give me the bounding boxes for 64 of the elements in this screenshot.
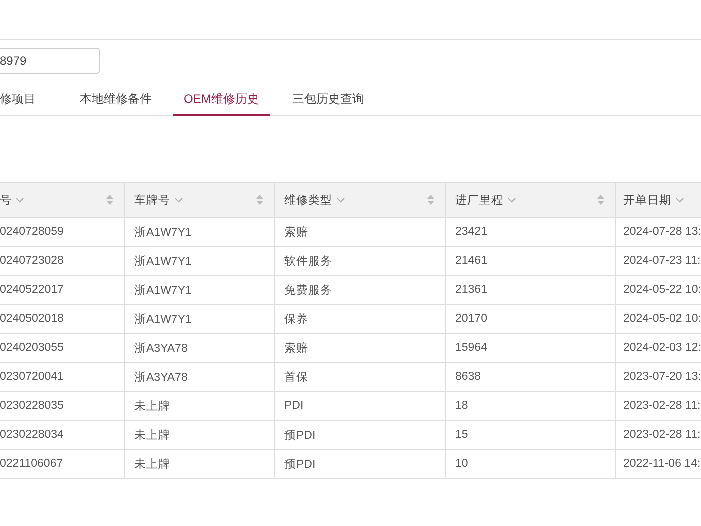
table-cell: 2024-05-02 10: bbox=[615, 304, 701, 334]
search-field[interactable]: 8979 bbox=[0, 48, 100, 74]
tab[interactable]: 本地维修备件 bbox=[69, 85, 163, 116]
table-cell: 21461 bbox=[445, 246, 615, 276]
table-cell: 8638 bbox=[445, 362, 615, 392]
table-cell: 23421 bbox=[445, 218, 615, 246]
chevron-down-icon[interactable] bbox=[16, 198, 24, 202]
table-cell: 0240502018 bbox=[0, 304, 124, 334]
table-cell: 0240203055 bbox=[0, 334, 124, 362]
column-header: 进厂里程 bbox=[456, 194, 504, 208]
table-cell: 未上牌 bbox=[124, 392, 274, 420]
chevron-down-icon[interactable] bbox=[174, 198, 182, 202]
table-cell: 15964 bbox=[445, 334, 615, 362]
table-cell: 21361 bbox=[445, 276, 615, 304]
table-cell: 未上牌 bbox=[124, 420, 274, 450]
table-cell: 2023-02-28 11: bbox=[615, 392, 701, 420]
table-cell: 软件服务 bbox=[274, 246, 445, 276]
chevron-down-icon[interactable] bbox=[676, 198, 684, 202]
tab[interactable]: OEM维修历史 bbox=[173, 85, 270, 116]
table-cell: 2024-07-28 13: bbox=[615, 218, 701, 246]
column-header: 号 bbox=[0, 194, 12, 208]
table-cell: 浙A3YA78 bbox=[124, 362, 274, 392]
column-header: 车牌号 bbox=[134, 194, 170, 208]
table-cell: 索赔 bbox=[274, 334, 445, 362]
table-cell: 保养 bbox=[274, 304, 445, 334]
sort-icon[interactable] bbox=[106, 195, 114, 205]
table-cell: 2024-02-03 12: bbox=[615, 334, 701, 362]
table-cell: 预PDI bbox=[274, 450, 445, 478]
tab[interactable]: 修项目 bbox=[0, 85, 47, 116]
column-header: 维修类型 bbox=[284, 194, 332, 208]
table-cell: PDI bbox=[274, 392, 445, 420]
table-cell: 2022-11-06 14: bbox=[615, 450, 701, 478]
table-cell: 0240522017 bbox=[0, 276, 124, 304]
table-cell: 0230228034 bbox=[0, 420, 124, 450]
sort-icon[interactable] bbox=[596, 195, 604, 205]
table-cell: 浙A3YA78 bbox=[124, 334, 274, 362]
column-header: 开单日期 bbox=[624, 194, 672, 208]
table-cell: 未上牌 bbox=[124, 450, 274, 478]
sort-icon[interactable] bbox=[426, 195, 434, 205]
table-cell: 20170 bbox=[445, 304, 615, 334]
table-cell: 0230228035 bbox=[0, 392, 124, 420]
table-cell: 浙A1W7Y1 bbox=[124, 218, 274, 246]
table-cell: 0221106067 bbox=[0, 450, 124, 478]
table-cell: 免费服务 bbox=[274, 276, 445, 304]
table-cell: 15 bbox=[445, 420, 615, 450]
chevron-down-icon[interactable] bbox=[508, 198, 516, 202]
table-cell: 索赔 bbox=[274, 218, 445, 246]
table-cell: 0240723028 bbox=[0, 246, 124, 276]
tab[interactable]: 三包历史查询 bbox=[281, 85, 376, 116]
table-cell: 浙A1W7Y1 bbox=[124, 246, 274, 276]
sort-icon[interactable] bbox=[256, 195, 264, 205]
table-cell: 2024-07-23 11: bbox=[615, 246, 701, 276]
table-cell: 2024-05-22 10: bbox=[615, 276, 701, 304]
table-cell: 首保 bbox=[274, 362, 445, 392]
table-cell: 浙A1W7Y1 bbox=[124, 304, 274, 334]
table-cell: 10 bbox=[445, 450, 615, 478]
table-cell: 浙A1W7Y1 bbox=[124, 276, 274, 304]
table-cell: 2023-02-28 11: bbox=[615, 420, 701, 450]
table-cell: 2023-07-20 13: bbox=[615, 362, 701, 392]
table-cell: 18 bbox=[445, 392, 615, 420]
table-cell: 0240728059 bbox=[0, 218, 124, 246]
table-cell: 预PDI bbox=[274, 420, 445, 450]
table-cell: 0230720041 bbox=[0, 362, 124, 392]
chevron-down-icon[interactable] bbox=[336, 198, 344, 202]
